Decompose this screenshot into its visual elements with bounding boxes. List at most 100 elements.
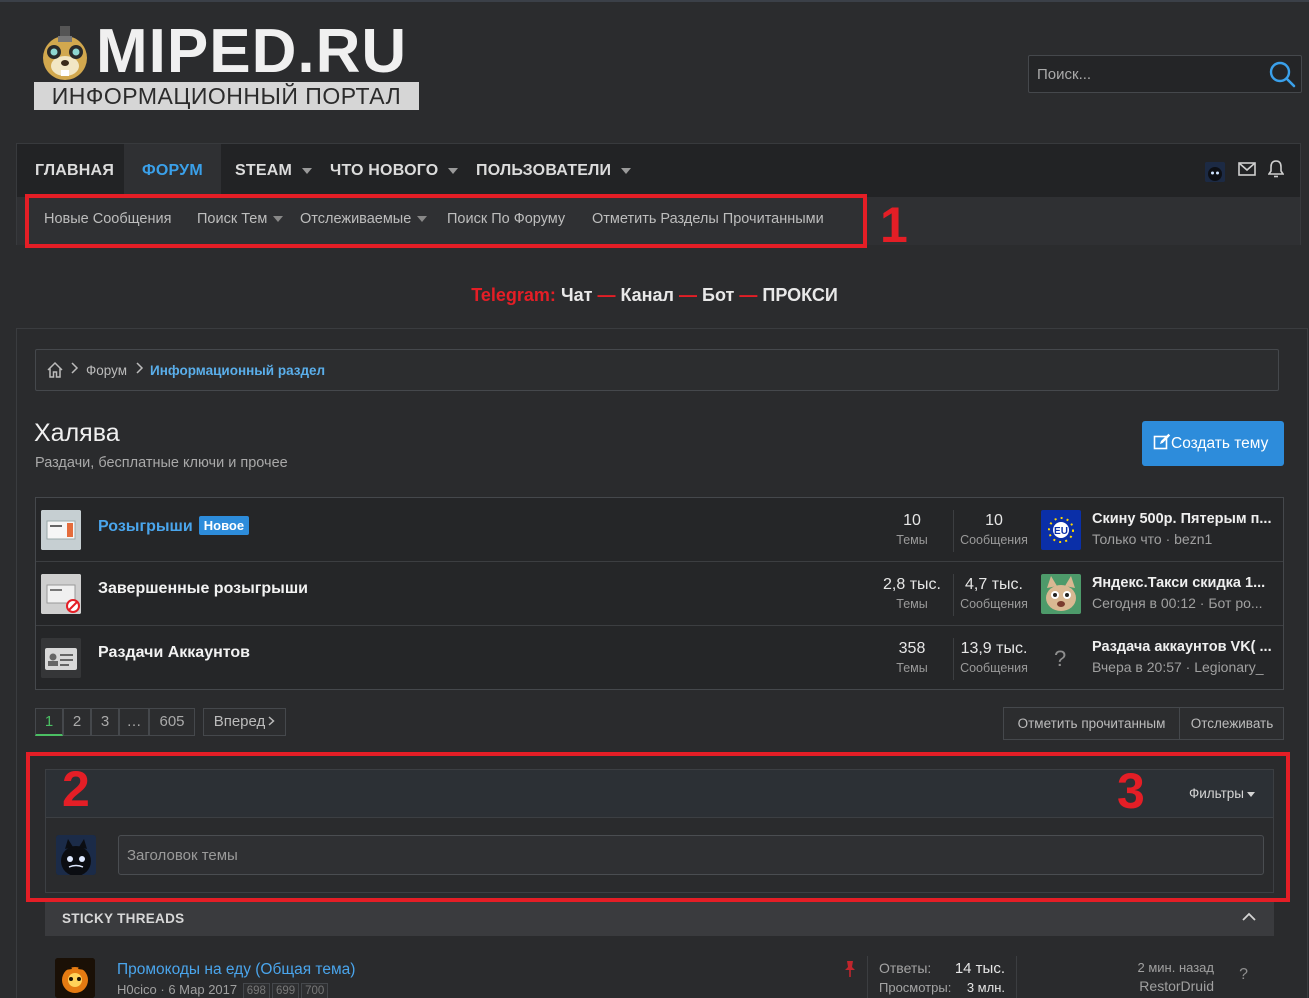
thread-author[interactable]: H0cico	[117, 982, 157, 997]
last-post-meta: Сегодня в 00:12 · Бот ро...	[1092, 595, 1263, 611]
site-logo[interactable]: MIPED.RU ИНФОРМАЦИОННЫЙ ПОРТАЛ	[34, 18, 422, 114]
messages-count: 4,7 тыс.	[965, 576, 1023, 593]
eu-flag-avatar[interactable]: EU	[1041, 510, 1081, 550]
page-ellipsis[interactable]: …	[119, 708, 149, 736]
threads-stat: 10 Темы	[874, 512, 950, 547]
messages-label: Сообщения	[960, 661, 1028, 675]
annotation-box-2	[26, 752, 1290, 902]
chevron-right-icon	[136, 362, 144, 374]
replies-count: 14 тыс.	[954, 960, 1005, 977]
thread-meta: H0cico · 6 Мар 2017 698 699 700	[117, 982, 329, 998]
bell-icon[interactable]	[1267, 160, 1285, 183]
logo-text: MIPED.RU	[96, 17, 408, 86]
tab-forum[interactable]: Форум	[124, 144, 221, 197]
new-badge: Новое	[198, 516, 250, 535]
telegram-bot-link[interactable]: Бот	[702, 285, 734, 305]
ticket-icon	[41, 510, 81, 550]
next-label: Вперед	[213, 713, 266, 730]
thread-page-link[interactable]: 698	[242, 983, 270, 998]
page-title: Халява	[34, 419, 120, 447]
tab-whats-new[interactable]: Что нового	[312, 144, 476, 197]
messages-stat: 10 Сообщения	[956, 512, 1032, 547]
last-post-title[interactable]: Яндекс.Такси скидка 1...	[1092, 575, 1274, 591]
page-2[interactable]: 2	[63, 708, 91, 736]
threads-count: 2,8 тыс.	[883, 576, 941, 593]
last-post-time[interactable]: 2 мин. назад	[1138, 960, 1214, 975]
sticky-threads-title: STICKY THREADS	[62, 911, 185, 926]
edit-icon	[1153, 433, 1171, 450]
thread-author-avatar[interactable]	[55, 958, 95, 998]
node-title[interactable]: Завершенные розыгрыши	[98, 580, 308, 598]
telegram-links: Telegram: Чат — Канал — Бот — ПРОКСИ	[0, 285, 1309, 306]
telegram-channel-link[interactable]: Канал	[620, 285, 674, 305]
tab-home[interactable]: Главная	[17, 144, 132, 197]
forum-actions: Отметить прочитанным Отслеживать	[1003, 707, 1284, 740]
thread-title[interactable]: Промокоды на еду (Общая тема)	[117, 961, 355, 979]
user-avatar-icon[interactable]	[1205, 161, 1226, 182]
search-input[interactable]	[1029, 56, 1259, 92]
chevron-down-icon	[302, 167, 312, 174]
account-card-icon	[41, 638, 81, 678]
thread-page-link[interactable]: 700	[301, 983, 329, 998]
node-title[interactable]: Раздачи Аккаунтов	[98, 644, 250, 662]
top-border	[0, 0, 1309, 2]
telegram-proxy-link[interactable]: ПРОКСИ	[762, 285, 837, 305]
messages-label: Сообщения	[960, 533, 1028, 547]
logo-mascot-icon	[43, 26, 87, 80]
tab-label: Форум	[142, 162, 203, 179]
messages-count: 13,9 тыс.	[960, 640, 1028, 657]
forum-node: Раздачи Аккаунтов 358 Темы 13,9 тыс. Сообщ…	[36, 626, 1283, 690]
search-box	[1028, 55, 1302, 93]
nav-user-icons	[1197, 160, 1285, 183]
separator: —	[739, 285, 758, 305]
forum-node: Завершенные розыгрыши 2,8 тыс. Темы 4,7 т…	[36, 562, 1283, 626]
cat-avatar[interactable]	[1041, 574, 1081, 614]
last-post-title[interactable]: Раздача аккаунтов VK( ...	[1092, 639, 1274, 655]
breadcrumb-info-section[interactable]: Информационный раздел	[150, 363, 325, 378]
tab-label: Пользователи	[476, 162, 612, 179]
separator: —	[597, 285, 616, 305]
divider	[1016, 956, 1017, 998]
search-icon[interactable]	[1267, 59, 1297, 89]
threads-stat: 2,8 тыс. Темы	[874, 576, 950, 611]
home-icon[interactable]	[46, 361, 64, 379]
messages-stat: 4,7 тыс. Сообщения	[956, 576, 1032, 611]
tab-label: Главная	[35, 162, 115, 179]
thread-date: 6 Мар 2017	[168, 982, 238, 997]
chevron-right-icon	[268, 716, 275, 726]
mark-read-button[interactable]: Отметить прочитанным	[1004, 708, 1179, 739]
replies-label: Ответы:	[879, 960, 932, 976]
thread-row: Промокоды на еду (Общая тема) H0cico · 6…	[45, 936, 1274, 998]
sticky-threads-header[interactable]: STICKY THREADS	[45, 902, 1274, 936]
last-post-title[interactable]: Скину 500р. Пятерым п...	[1092, 511, 1274, 527]
annotation-number-3: 3	[1117, 763, 1145, 819]
threads-label: Темы	[896, 661, 928, 675]
thread-page-link[interactable]: 699	[271, 983, 300, 998]
breadcrumb-forum[interactable]: Форум	[86, 363, 127, 378]
annotation-number-1: 1	[880, 197, 908, 253]
tab-users[interactable]: Пользователи	[458, 144, 649, 197]
envelope-icon[interactable]	[1237, 162, 1256, 181]
question-mark-icon: ?	[1239, 966, 1248, 983]
watch-button[interactable]: Отслеживать	[1180, 708, 1284, 739]
page-3[interactable]: 3	[91, 708, 119, 736]
chevron-down-icon	[448, 167, 459, 174]
page-last[interactable]: 605	[149, 708, 195, 736]
telegram-chat-link[interactable]: Чат	[561, 285, 592, 305]
chevron-right-icon	[71, 362, 79, 374]
messages-count: 10	[985, 512, 1003, 529]
breadcrumb: Форум Информационный раздел	[35, 349, 1279, 391]
page-1[interactable]: 1	[35, 708, 63, 736]
node-title[interactable]: Розыгрыши Новое	[98, 516, 250, 536]
next-page-button[interactable]: Вперед	[203, 708, 286, 736]
divider	[953, 638, 954, 680]
node-title-text: Розыгрыши	[98, 518, 193, 535]
chevron-up-icon[interactable]	[1242, 912, 1256, 922]
tab-label: Steam	[235, 162, 292, 179]
forum-nodes: Розыгрыши Новое 10 Темы 10 Сообщения EU Ски…	[35, 497, 1284, 690]
pin-icon	[845, 961, 855, 977]
threads-stat: 358 Темы	[874, 640, 950, 675]
last-post-user[interactable]: RestorDruid	[1139, 978, 1214, 994]
create-thread-button[interactable]: Создать тему	[1142, 421, 1284, 466]
views-count: 3 млн.	[966, 980, 1005, 995]
